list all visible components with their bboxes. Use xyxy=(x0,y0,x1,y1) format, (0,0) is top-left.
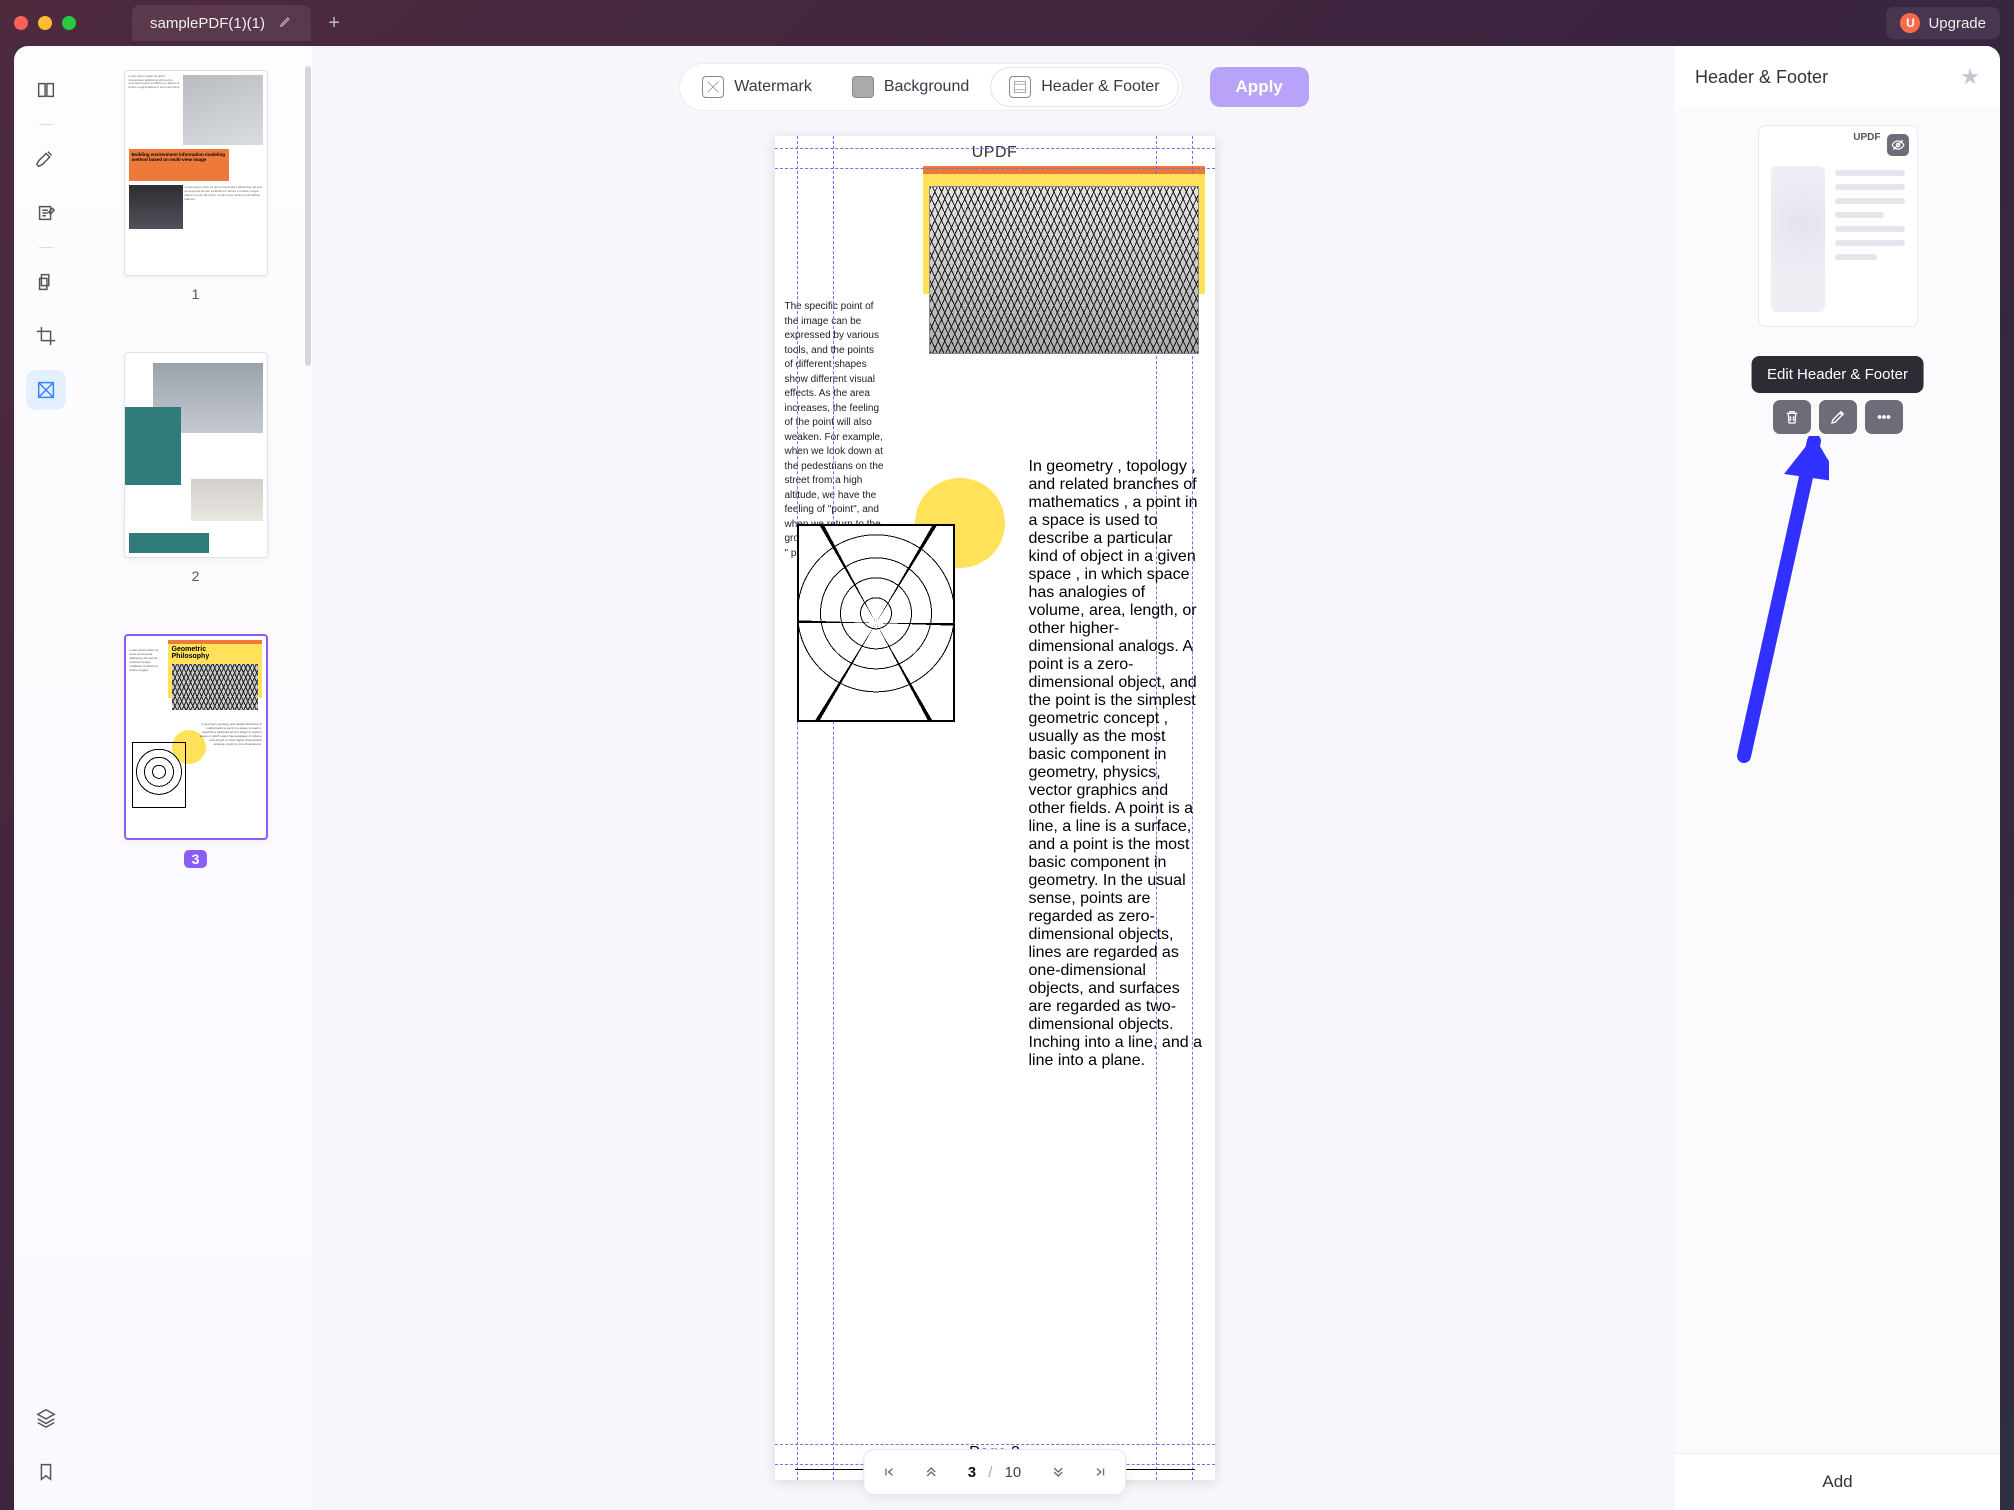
apply-button[interactable]: Apply xyxy=(1210,67,1309,107)
right-column-text: In geometry , topology , and related bra… xyxy=(1029,458,1205,1070)
upgrade-button[interactable]: U Upgrade xyxy=(1886,7,2000,39)
maximize-window-button[interactable] xyxy=(62,16,76,30)
favorite-icon[interactable]: ★ xyxy=(1960,64,1980,90)
page-tools-toolbar: Watermark Background Header & Footer App… xyxy=(314,46,1675,128)
reader-mode-button[interactable] xyxy=(26,70,66,110)
prev-page-button[interactable] xyxy=(912,1454,950,1490)
thumbnail-1-number: 1 xyxy=(192,286,200,302)
minimize-window-button[interactable] xyxy=(38,16,52,30)
total-pages: 10 xyxy=(1005,1464,1022,1481)
main-canvas-area: Watermark Background Header & Footer App… xyxy=(314,46,1675,1510)
next-page-button[interactable] xyxy=(1039,1454,1077,1490)
thumbnail-panel: Lorem ipsum dolor sit amet consectetur a… xyxy=(78,46,314,1510)
left-column-text: The specific point of the image can be e… xyxy=(785,300,885,561)
document-page: UPDF GeometricPhilosophy The specific po… xyxy=(775,136,1215,1480)
current-page[interactable]: 3 xyxy=(968,1464,976,1481)
layers-button[interactable] xyxy=(26,1398,66,1438)
header-footer-icon xyxy=(1009,76,1031,98)
right-panel-title: Header & Footer xyxy=(1695,67,1828,88)
last-page-button[interactable] xyxy=(1081,1454,1119,1490)
more-preset-button[interactable] xyxy=(1865,400,1903,434)
edit-text-button[interactable] xyxy=(26,193,66,233)
organize-pages-button[interactable] xyxy=(26,262,66,302)
document-tab[interactable]: samplePDF(1)(1) xyxy=(132,5,311,41)
page-navigator: 3 / 10 xyxy=(864,1450,1126,1494)
rename-icon[interactable] xyxy=(279,14,293,32)
edit-tooltip: Edit Header & Footer xyxy=(1751,356,1924,393)
add-preset-button[interactable]: Add xyxy=(1675,1453,2000,1510)
bookmark-button[interactable] xyxy=(26,1452,66,1492)
thumbnail-2[interactable]: 2 xyxy=(96,352,295,584)
thumbnail-scrollbar[interactable] xyxy=(305,66,311,366)
upgrade-badge-icon: U xyxy=(1900,13,1920,33)
right-panel: Header & Footer ★ UPDF Edit Header & Foo… xyxy=(1675,46,2000,1510)
watermark-tab[interactable]: Watermark xyxy=(684,68,830,106)
background-tab[interactable]: Background xyxy=(834,68,987,106)
thumbnail-3-number: 3 xyxy=(184,850,208,868)
spiral-image xyxy=(797,524,955,722)
thumbnail-1[interactable]: Lorem ipsum dolor sit amet consectetur a… xyxy=(96,70,295,302)
watermark-icon xyxy=(702,76,724,98)
upgrade-label: Upgrade xyxy=(1928,15,1986,32)
highlighter-button[interactable] xyxy=(26,139,66,179)
page-tools-button[interactable] xyxy=(26,370,66,410)
title-bar: samplePDF(1)(1) + U Upgrade xyxy=(0,0,2014,46)
document-viewport[interactable]: UPDF GeometricPhilosophy The specific po… xyxy=(314,128,1675,1510)
window-controls xyxy=(14,16,76,30)
edit-preset-button[interactable] xyxy=(1819,400,1857,434)
annotation-arrow xyxy=(1729,436,1829,776)
first-page-button[interactable] xyxy=(870,1454,908,1490)
header-footer-tab[interactable]: Header & Footer xyxy=(991,68,1177,106)
new-tab-button[interactable]: + xyxy=(319,8,349,38)
hero-image xyxy=(929,186,1199,354)
delete-preset-button[interactable] xyxy=(1773,400,1811,434)
background-icon xyxy=(852,76,874,98)
thumbnail-2-number: 2 xyxy=(192,568,200,584)
visibility-toggle-icon[interactable] xyxy=(1887,134,1909,156)
header-footer-preset[interactable]: UPDF xyxy=(1759,126,1917,326)
left-toolbar xyxy=(14,46,78,1510)
thumbnail-3[interactable]: Geometric Philosophy Lorem ipsum dolor s… xyxy=(96,634,295,868)
close-window-button[interactable] xyxy=(14,16,28,30)
crop-button[interactable] xyxy=(26,316,66,356)
page-header-text: UPDF xyxy=(785,144,1205,162)
document-tab-title: samplePDF(1)(1) xyxy=(150,15,265,32)
